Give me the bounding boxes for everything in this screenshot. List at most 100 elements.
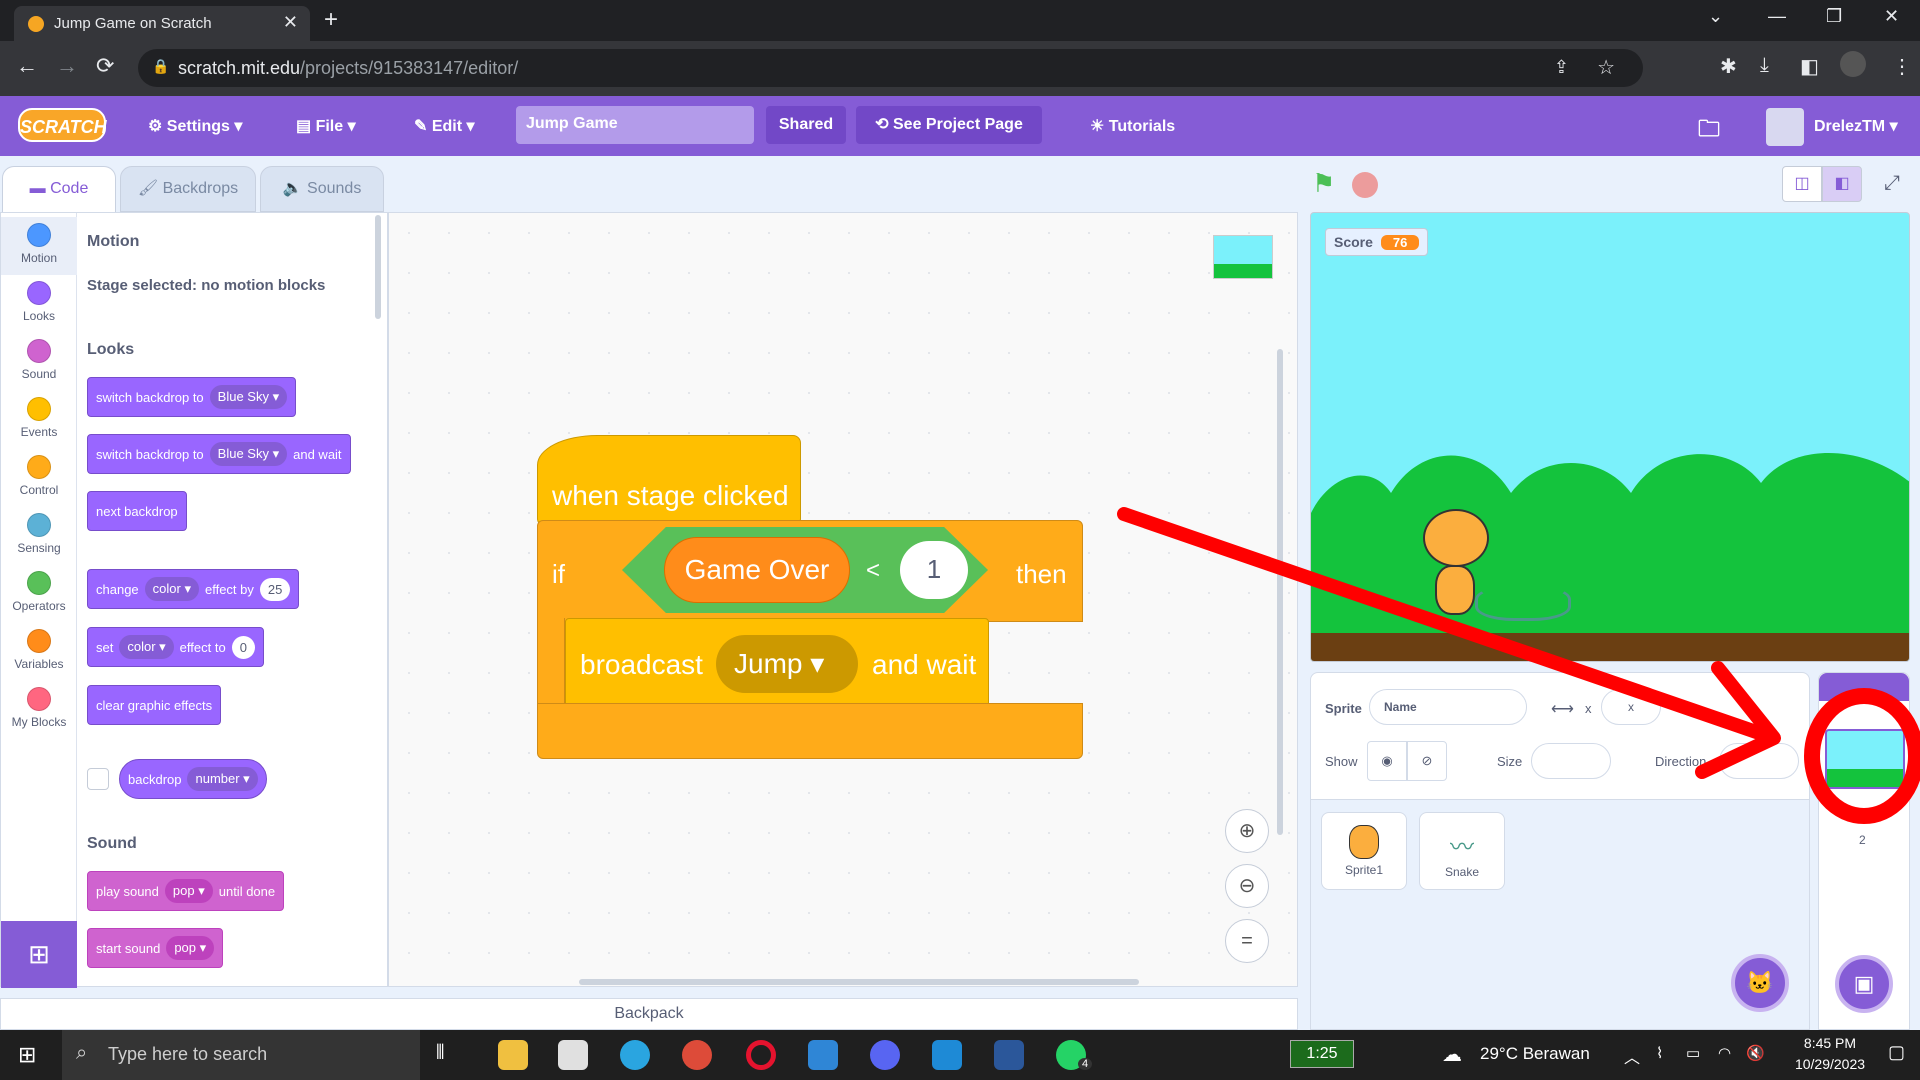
category-sound[interactable]: Sound: [1, 333, 77, 391]
choose-sprite-button[interactable]: 🐱: [1731, 954, 1789, 1012]
category-variables[interactable]: Variables: [1, 623, 77, 681]
category-events[interactable]: Events: [1, 391, 77, 449]
effect-dropdown[interactable]: color ▾: [119, 635, 174, 659]
tab-backdrops[interactable]: 🖌 Backdrops: [120, 166, 256, 212]
number-input[interactable]: 25: [259, 577, 291, 601]
backdrop-dropdown[interactable]: Blue Sky ▾: [209, 385, 288, 409]
edge-icon[interactable]: [620, 1040, 650, 1070]
chrome-icon[interactable]: [682, 1040, 712, 1070]
vscode-icon[interactable]: [932, 1040, 962, 1070]
effect-dropdown[interactable]: color ▾: [144, 577, 199, 601]
script-area[interactable]: when stage clicked if Game Over < 1 then…: [388, 212, 1298, 987]
edit-menu[interactable]: ✎ Edit ▾: [414, 116, 475, 136]
user-menu[interactable]: DrelezTM ▾: [1814, 116, 1898, 136]
volume-icon[interactable]: 🔇: [1746, 1044, 1765, 1062]
user-avatar[interactable]: [1766, 108, 1804, 146]
horizontal-scrollbar[interactable]: [579, 979, 1139, 985]
backdrop-thumbnail[interactable]: [1825, 729, 1905, 789]
reload-icon[interactable]: ⟳: [96, 53, 114, 79]
back-icon[interactable]: ←: [16, 53, 38, 79]
sound-dropdown[interactable]: pop ▾: [164, 879, 213, 903]
backdrop-dropdown[interactable]: Blue Sky ▾: [209, 442, 288, 466]
next-backdrop-block[interactable]: next backdrop: [87, 491, 187, 531]
opera-icon[interactable]: [746, 1040, 776, 1070]
extensions-icon[interactable]: ✱: [1720, 54, 1737, 79]
tutorials-menu[interactable]: ☀ Tutorials: [1090, 116, 1175, 136]
message-dropdown[interactable]: Jump ▾: [716, 635, 858, 693]
microsoft-store-icon[interactable]: [558, 1040, 588, 1070]
wifi-icon[interactable]: ◠: [1718, 1044, 1731, 1062]
clock-time[interactable]: 8:45 PM: [1786, 1035, 1874, 1051]
forward-icon[interactable]: →: [56, 53, 78, 79]
value-input[interactable]: 1: [900, 541, 968, 599]
add-extension-button[interactable]: ⊞: [1, 921, 77, 988]
battery-icon[interactable]: ▭: [1686, 1044, 1700, 1062]
shared-button[interactable]: Shared: [766, 106, 846, 144]
sidepanel-icon[interactable]: ◧: [1800, 54, 1819, 79]
stage[interactable]: Score 76: [1310, 212, 1910, 662]
show-eye-icon[interactable]: ◉: [1367, 741, 1407, 781]
weather-text[interactable]: 29°C Berawan: [1480, 1044, 1590, 1064]
hide-eye-icon[interactable]: ⊘: [1407, 741, 1447, 781]
discord-icon[interactable]: [870, 1040, 900, 1070]
zoom-in-icon[interactable]: ⊕: [1225, 809, 1269, 853]
bookmark-star-icon[interactable]: ☆: [1597, 55, 1615, 80]
minimize-icon[interactable]: —: [1768, 6, 1786, 27]
scratch-logo[interactable]: SCRATCH: [18, 108, 107, 142]
backdrop-reporter[interactable]: backdrop number ▾: [119, 759, 267, 799]
large-stage-icon[interactable]: ◧: [1822, 166, 1862, 202]
clock-date[interactable]: 10/29/2023: [1786, 1056, 1874, 1072]
snake-sprite-icon[interactable]: [1475, 585, 1571, 621]
task-view-icon[interactable]: ⫴: [436, 1042, 444, 1065]
sound-dropdown[interactable]: pop ▾: [166, 936, 215, 960]
project-title-field[interactable]: Jump Game: [516, 106, 754, 144]
mail-icon[interactable]: [808, 1040, 838, 1070]
choose-backdrop-button[interactable]: ▣: [1835, 955, 1893, 1013]
category-looks[interactable]: Looks: [1, 275, 77, 333]
palette-scrollbar[interactable]: [375, 215, 381, 319]
share-icon[interactable]: ⇪: [1554, 57, 1569, 78]
switch-backdrop-block[interactable]: switch backdrop to Blue Sky ▾: [87, 377, 297, 417]
sprite-tile-sprite1[interactable]: Sprite1: [1321, 812, 1407, 890]
tray-chevron-icon[interactable]: ︿: [1624, 1044, 1640, 1068]
profile-avatar[interactable]: [1840, 51, 1866, 77]
switch-backdrop-wait-block[interactable]: switch backdrop to Blue Sky ▾ and wait: [87, 434, 351, 474]
green-flag-icon[interactable]: ⚑: [1312, 168, 1335, 199]
tab-code[interactable]: ▬ Code: [2, 166, 116, 212]
category-sensing[interactable]: Sensing: [1, 507, 77, 565]
direction-field[interactable]: [1719, 743, 1799, 779]
settings-menu[interactable]: ⚙ Settings ▾: [148, 116, 242, 136]
browser-menu-icon[interactable]: ⋮: [1892, 54, 1912, 79]
reporter-checkbox[interactable]: [87, 768, 109, 790]
url-field[interactable]: 🔒 scratch.mit.edu/projects/915383147/edi…: [138, 49, 1643, 87]
file-menu[interactable]: ▤ File ▾: [296, 116, 356, 136]
number-input[interactable]: 0: [231, 635, 255, 659]
fullscreen-icon[interactable]: ⤢: [1874, 166, 1910, 202]
notifications-icon[interactable]: ▢: [1888, 1042, 1905, 1063]
sprite-tile-snake[interactable]: 〰 Snake: [1419, 812, 1505, 890]
broadcast-and-wait-block[interactable]: broadcast Jump ▾ and wait: [565, 618, 989, 710]
start-sound-block[interactable]: start sound pop ▾: [87, 928, 224, 968]
small-stage-icon[interactable]: ◫: [1782, 166, 1822, 202]
file-explorer-icon[interactable]: [498, 1040, 528, 1070]
category-my-blocks[interactable]: My Blocks: [1, 681, 77, 739]
tab-sounds[interactable]: 🔈 Sounds: [260, 166, 384, 212]
close-window-icon[interactable]: ✕: [1884, 6, 1899, 27]
backpack-bar[interactable]: Backpack: [0, 998, 1298, 1030]
category-motion[interactable]: Motion: [1, 217, 77, 275]
taskbar-search[interactable]: ⌕ Type here to search: [62, 1030, 420, 1080]
stop-icon[interactable]: [1352, 172, 1378, 198]
timer-widget[interactable]: 1:25: [1290, 1040, 1354, 1068]
clear-effects-block[interactable]: clear graphic effects: [87, 685, 222, 725]
my-stuff-folder-icon[interactable]: 🗀: [1698, 112, 1720, 150]
windows-start-icon[interactable]: ⊞: [18, 1042, 36, 1068]
game-over-variable[interactable]: Game Over: [664, 537, 850, 603]
download-icon[interactable]: ⤓: [1760, 54, 1769, 77]
x-field[interactable]: x: [1601, 689, 1661, 725]
when-stage-clicked-block[interactable]: when stage clicked: [537, 435, 801, 525]
size-field[interactable]: [1531, 743, 1611, 779]
zoom-reset-icon[interactable]: =: [1225, 919, 1269, 963]
browser-tab[interactable]: Jump Game on Scratch ✕: [14, 6, 310, 41]
sprite-name-field[interactable]: Name: [1369, 689, 1527, 725]
restore-icon[interactable]: ❐: [1826, 6, 1842, 27]
